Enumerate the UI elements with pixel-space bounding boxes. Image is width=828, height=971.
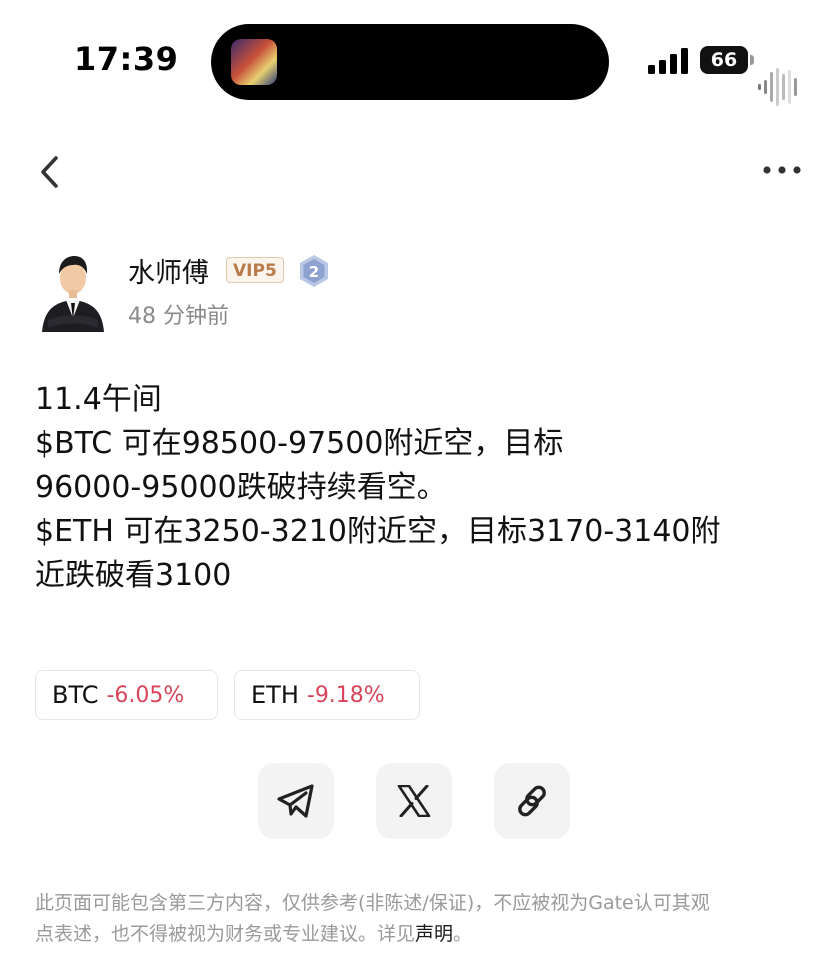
cellular-signal-icon (648, 48, 688, 74)
post-line: $ETH 可在3250-3210附近空，目标3170-3140附 (35, 514, 721, 549)
share-x-button[interactable] (376, 763, 452, 839)
vip-badge: VIP5 (226, 257, 284, 283)
now-playing-artwork (231, 39, 277, 85)
disclaimer-text: 点表述，也不得被视为财务或专业建议。详见 (35, 923, 416, 945)
share-telegram-button[interactable] (258, 763, 334, 839)
battery-tip (750, 55, 754, 65)
audio-waveform-icon (758, 68, 797, 106)
author-name[interactable]: 水师傅 (128, 251, 209, 290)
ticker-change: -6.05% (106, 682, 185, 708)
copy-link-button[interactable] (494, 763, 570, 839)
ticker-symbol: BTC (52, 681, 99, 709)
statement-link[interactable]: 声明 (415, 923, 453, 945)
post-line: $BTC 可在98500-97500附近空，目标 (35, 426, 564, 461)
disclaimer-end: 。 (453, 923, 473, 945)
ticker-change: -9.18% (306, 682, 385, 708)
status-time: 17:39 (74, 40, 179, 78)
battery-indicator: 66 (700, 46, 748, 74)
dynamic-island[interactable] (211, 24, 797, 106)
hexagon-badge-icon: 2 (300, 255, 328, 287)
disclaimer: 此页面可能包含第三方内容，仅供参考(非陈述/保证)，不应被视为Gate认可其观 … (35, 888, 805, 950)
ticker-symbol: ETH (251, 681, 299, 709)
link-icon (518, 785, 546, 817)
ticker-chip-btc[interactable]: BTC -6.05% (35, 670, 218, 720)
telegram-icon (277, 784, 314, 818)
x-icon (397, 785, 431, 817)
chevron-left-icon[interactable] (36, 152, 66, 192)
post-content: 11.4午间 $BTC 可在98500-97500附近空，目标 96000-95… (35, 378, 805, 598)
post-line: 96000-95000跌破持续看空。 (35, 470, 447, 505)
level-badge: 2 (298, 254, 330, 288)
disclaimer-text: 此页面可能包含第三方内容，仅供参考(非陈述/保证)，不应被视为Gate认可其观 (35, 892, 710, 914)
level-number: 2 (309, 263, 319, 281)
post-line: 11.4午间 (35, 382, 162, 417)
avatar[interactable] (40, 248, 106, 332)
ticker-chip-eth[interactable]: ETH -9.18% (234, 670, 420, 720)
more-horizontal-icon[interactable] (762, 160, 802, 180)
post-line: 近跌破看3100 (35, 558, 232, 593)
post-timestamp: 48 分钟前 (128, 304, 229, 329)
